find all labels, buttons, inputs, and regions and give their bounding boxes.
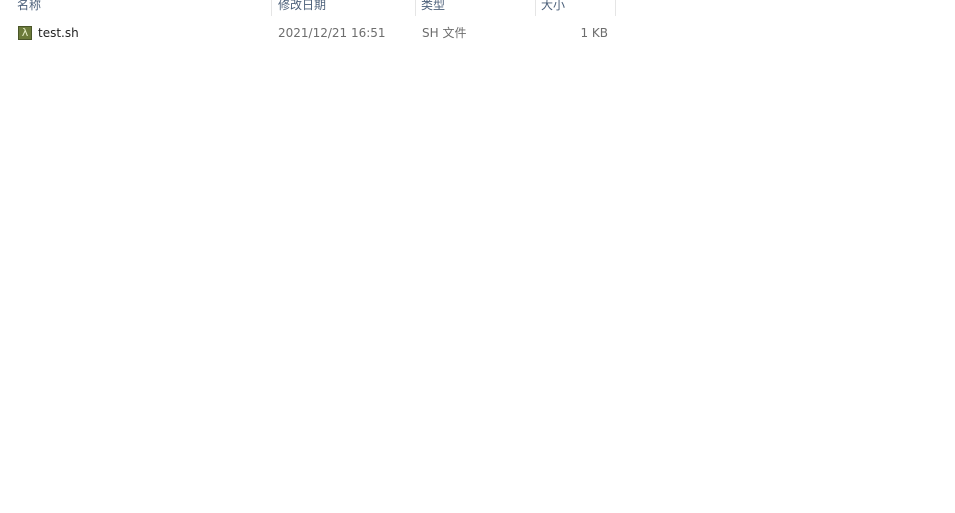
lambda-script-icon: λ bbox=[18, 26, 32, 40]
file-name: test.sh bbox=[38, 26, 79, 40]
column-divider[interactable] bbox=[615, 0, 616, 16]
column-divider[interactable] bbox=[271, 0, 272, 16]
column-header-name[interactable]: 名称 bbox=[17, 0, 267, 16]
file-type: SH 文件 bbox=[422, 26, 467, 40]
file-row[interactable]: λ test.sh 2021/12/21 16:51 SH 文件 1 KB bbox=[0, 22, 616, 44]
column-header-size[interactable]: 大小 bbox=[541, 0, 611, 16]
file-list-view: 名称 修改日期 类型 大小 λ test.sh 2021/12/21 16:51… bbox=[0, 0, 955, 513]
column-header-row: 名称 修改日期 类型 大小 bbox=[0, 0, 616, 16]
file-modified-date: 2021/12/21 16:51 bbox=[278, 26, 386, 40]
column-divider[interactable] bbox=[535, 0, 536, 16]
column-header-modified[interactable]: 修改日期 bbox=[278, 0, 412, 16]
file-size: 1 KB bbox=[580, 26, 608, 40]
column-divider[interactable] bbox=[415, 0, 416, 16]
column-header-type[interactable]: 类型 bbox=[421, 0, 531, 16]
